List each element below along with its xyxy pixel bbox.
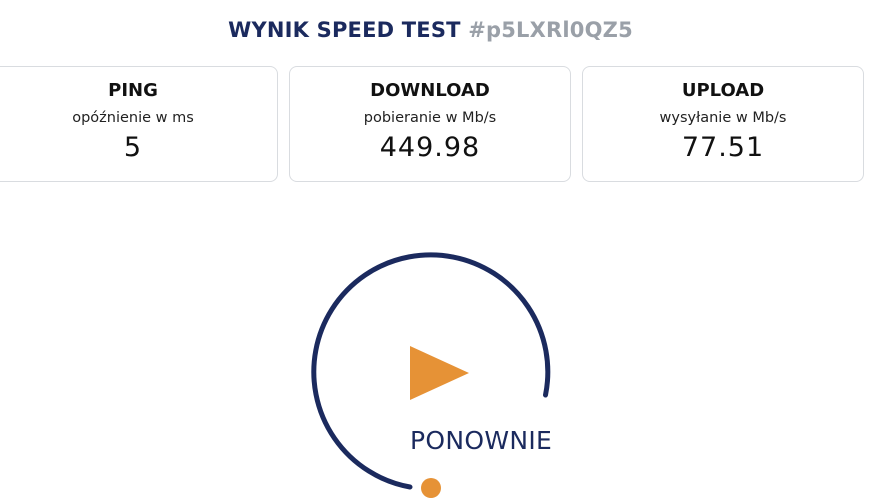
restart-button[interactable]: PONOWNIE: [296, 240, 566, 501]
ping-value: 5: [123, 132, 143, 163]
upload-card: UPLOAD wysyłanie w Mb/s 77.51: [582, 66, 864, 182]
progress-dot: [421, 478, 441, 498]
play-icon: [410, 346, 469, 400]
download-label: DOWNLOAD: [370, 80, 490, 101]
download-card: DOWNLOAD pobieranie w Mb/s 449.98: [289, 66, 571, 182]
ping-card: PING opóźnienie w ms 5: [0, 66, 278, 182]
speedtest-result-page: WYNIK SPEED TEST #p5LXRl0QZ5 PING opóźni…: [0, 0, 885, 501]
ping-description: opóźnienie w ms: [72, 110, 194, 126]
upload-label: UPLOAD: [681, 80, 765, 101]
download-description: pobieranie w Mb/s: [363, 110, 497, 126]
download-value: 449.98: [379, 132, 481, 163]
upload-value: 77.51: [681, 132, 765, 163]
restart-ring: [311, 252, 551, 498]
page-title: WYNIK SPEED TEST #p5LXRl0QZ5: [0, 18, 861, 42]
title-text: WYNIK SPEED TEST: [228, 18, 461, 42]
ping-label: PING: [108, 80, 158, 101]
restart-label: PONOWNIE: [410, 426, 553, 455]
upload-description: wysyłanie w Mb/s: [659, 110, 787, 126]
test-id: #p5LXRl0QZ5: [468, 18, 633, 42]
